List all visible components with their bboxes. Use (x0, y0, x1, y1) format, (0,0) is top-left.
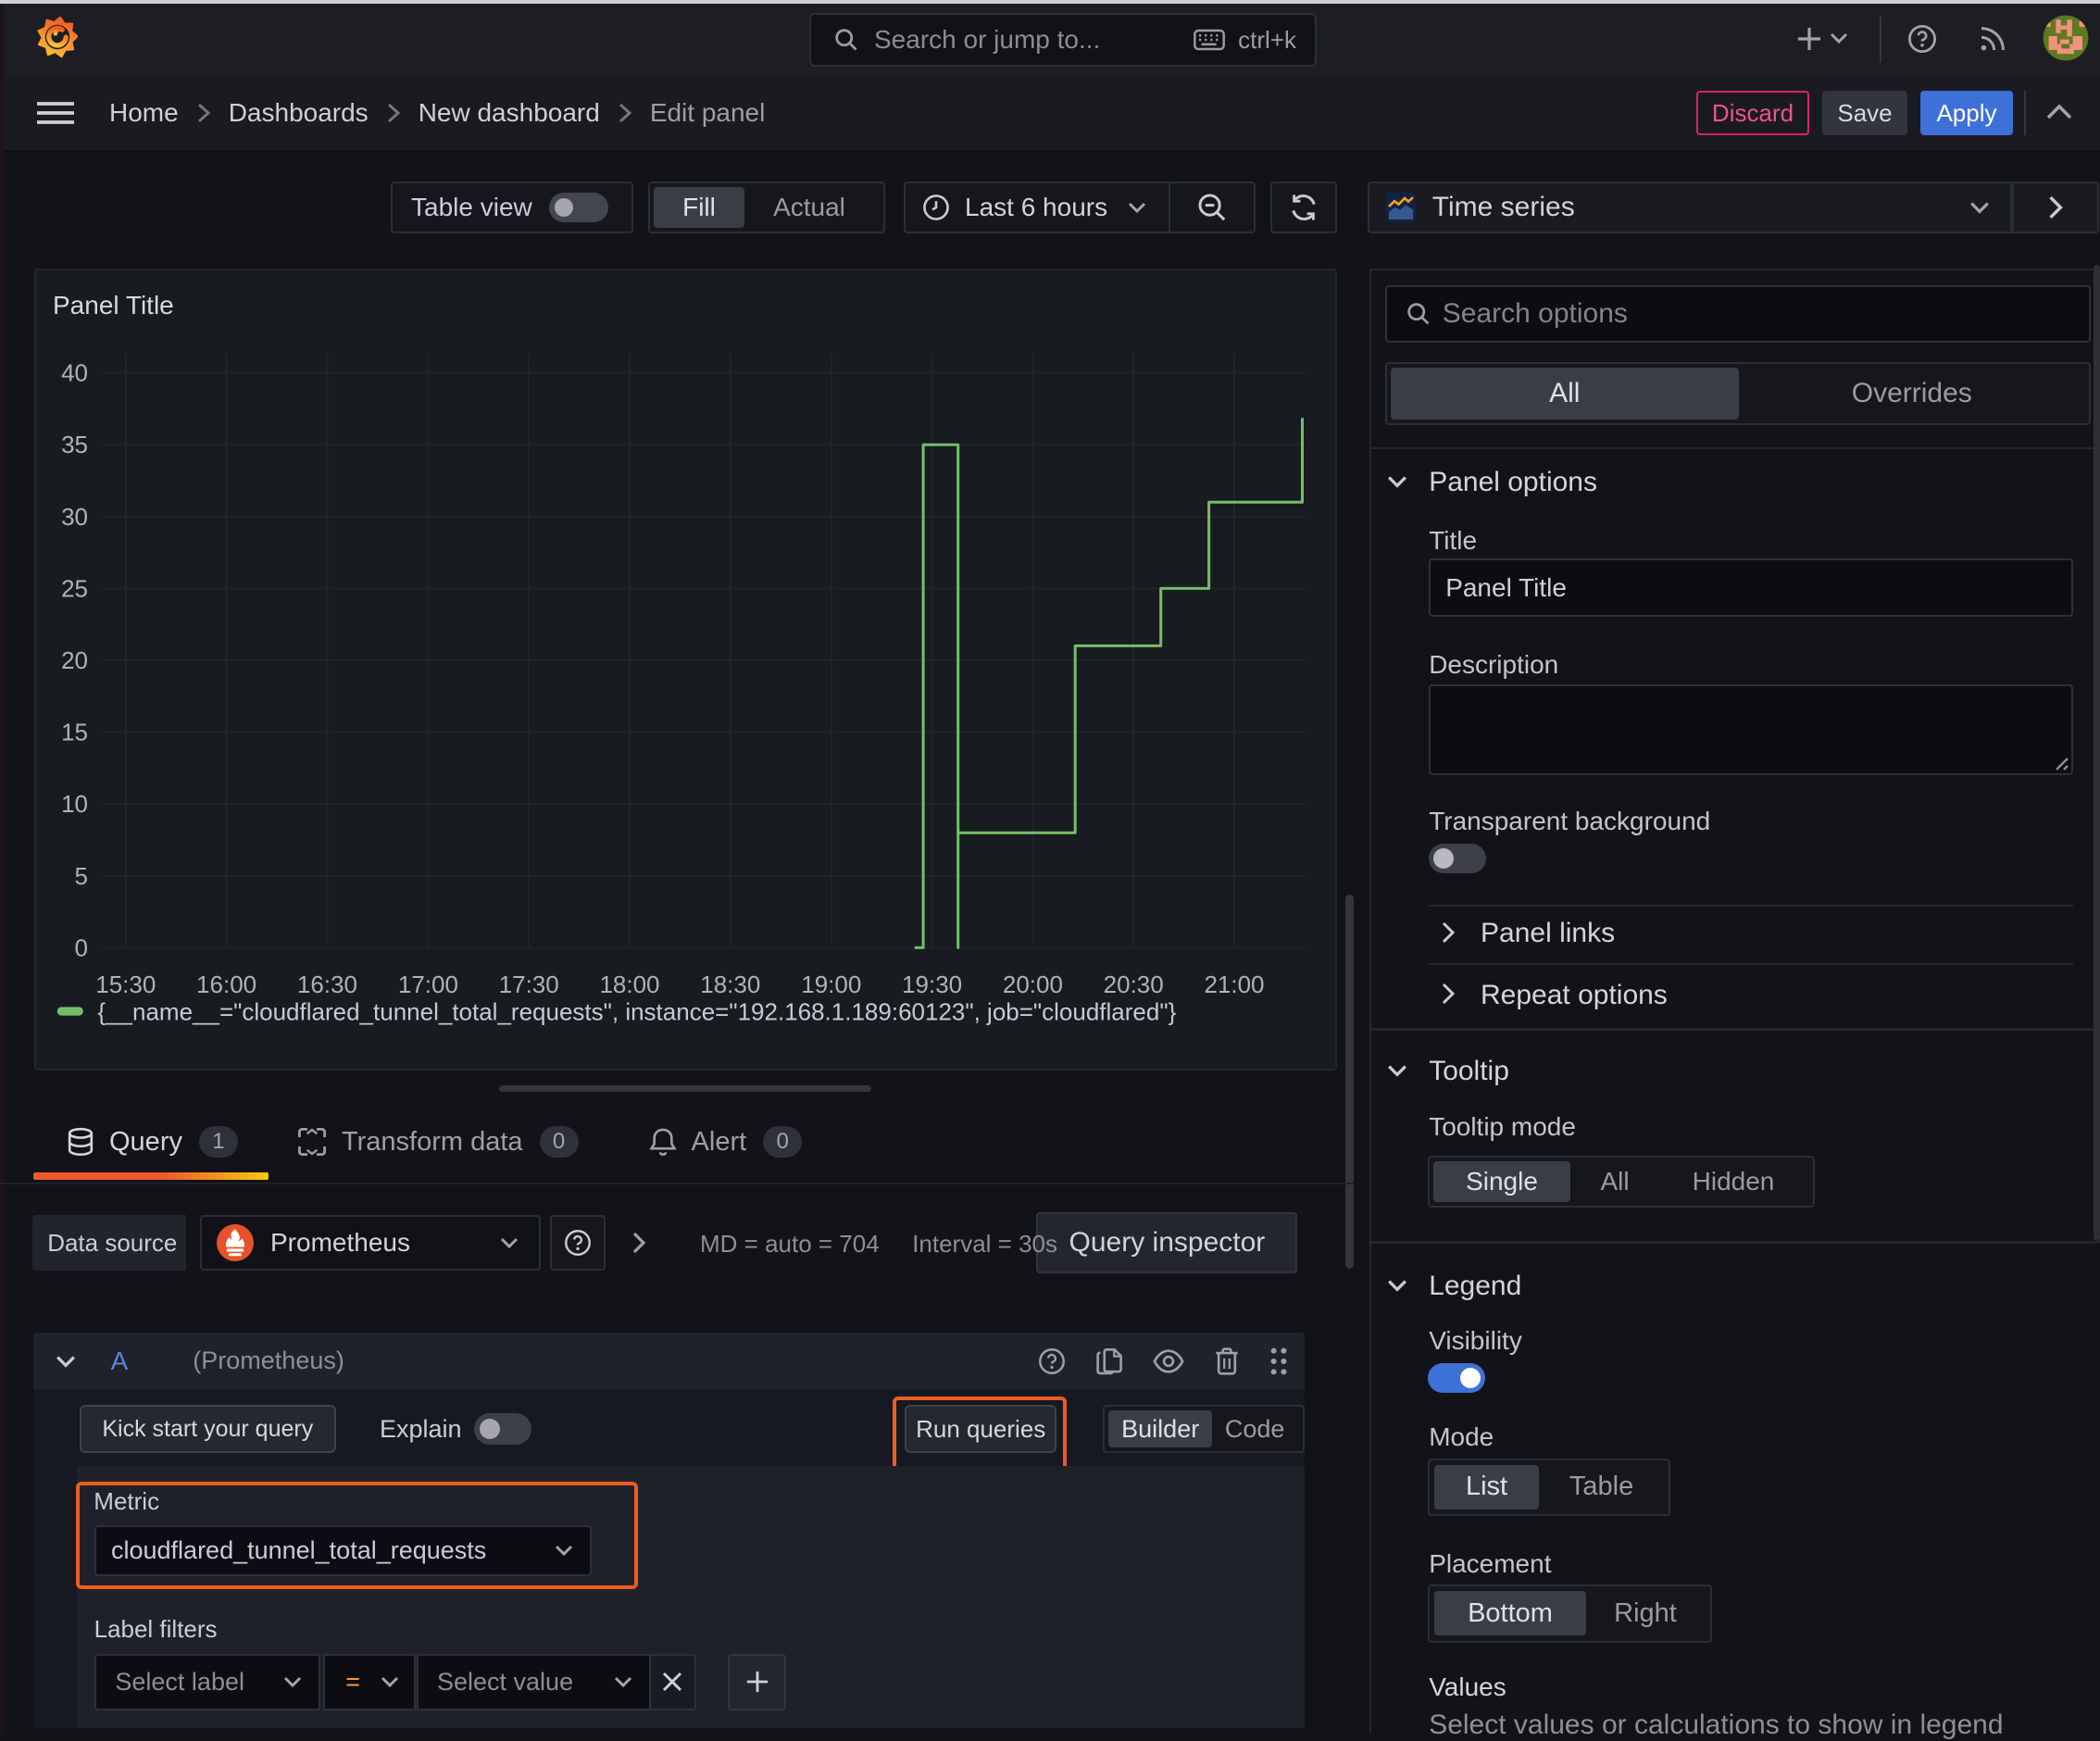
svg-text:35: 35 (61, 431, 88, 458)
svg-text:20: 20 (61, 646, 88, 674)
svg-text:30: 30 (61, 503, 88, 531)
svg-text:17:30: 17:30 (499, 971, 559, 998)
svg-text:18:00: 18:00 (599, 971, 659, 998)
svg-text:21:00: 21:00 (1204, 971, 1264, 998)
svg-text:10: 10 (61, 790, 88, 818)
svg-text:19:30: 19:30 (902, 971, 962, 998)
svg-text:25: 25 (61, 574, 88, 602)
svg-text:15: 15 (61, 719, 88, 746)
svg-text:5: 5 (75, 862, 88, 890)
svg-text:20:30: 20:30 (1104, 971, 1164, 998)
svg-text:0: 0 (75, 933, 88, 961)
svg-text:{__name__="cloudflared_tunnel_: {__name__="cloudflared_tunnel_total_requ… (97, 998, 1176, 1026)
svg-text:15:30: 15:30 (95, 971, 156, 998)
svg-text:20:00: 20:00 (1003, 971, 1063, 998)
svg-text:40: 40 (61, 359, 88, 387)
svg-text:16:00: 16:00 (196, 971, 256, 998)
svg-text:17:00: 17:00 (398, 971, 458, 998)
svg-text:18:30: 18:30 (700, 971, 760, 998)
svg-text:19:00: 19:00 (801, 971, 861, 998)
svg-text:16:30: 16:30 (297, 971, 357, 998)
